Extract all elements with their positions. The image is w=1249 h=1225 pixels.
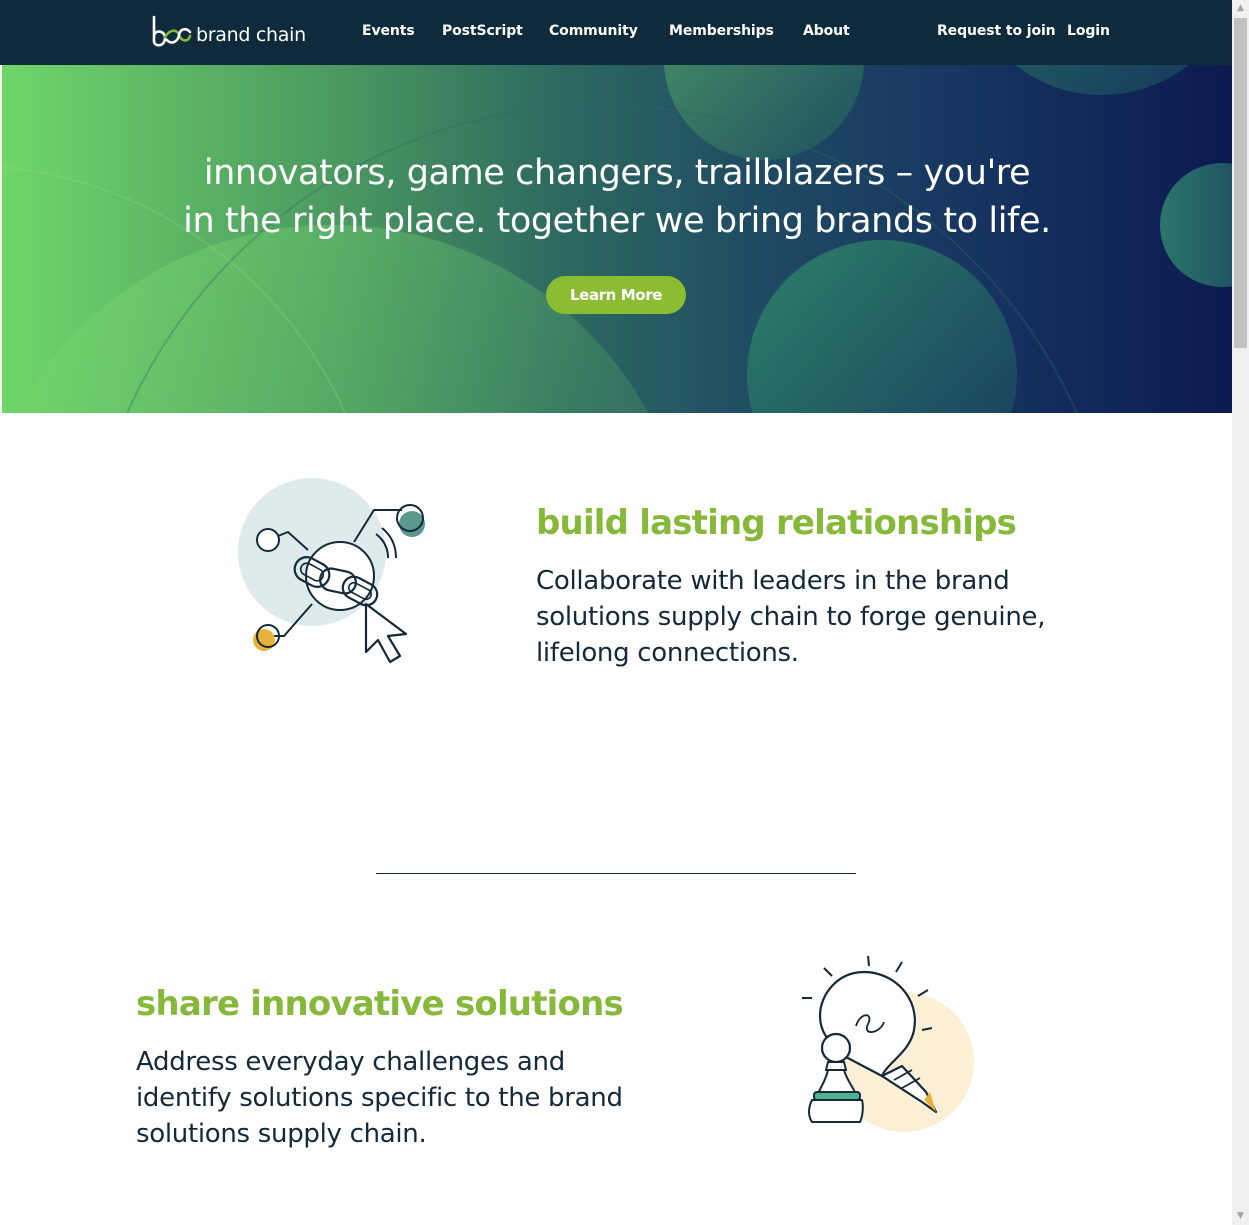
nav-link-postscript[interactable]: PostScript [442, 23, 523, 39]
scroll-down-arrow-icon[interactable]: ▼ [1232, 1208, 1249, 1225]
hero-headline: innovators, game changers, trailblazers … [2, 149, 1232, 245]
feature-title: share innovative solutions [136, 984, 624, 1024]
top-navbar: brand chain Events PostScript Community … [0, 0, 1232, 65]
lightbulb-chess-pawn-icon [802, 955, 974, 1132]
feature-description: Collaborate with leaders in the brand so… [536, 566, 1046, 668]
hero-banner: innovators, game changers, trailblazers … [2, 65, 1232, 413]
feature-description: Address everyday challenges and identify… [136, 1047, 623, 1149]
feature-title: build lasting relationships [536, 503, 1017, 543]
hero-headline-line-2: in the right place. together we bring br… [183, 201, 1051, 241]
request-to-join-link[interactable]: Request to join [937, 23, 1056, 39]
nav-link-memberships[interactable]: Memberships [669, 23, 774, 39]
logo-text: brand chain [196, 23, 306, 46]
chain-link-cursor-icon [238, 478, 425, 664]
hero-headline-line-1: innovators, game changers, trailblazers … [203, 153, 1031, 193]
scrollbar-thumb[interactable] [1234, 18, 1247, 348]
learn-more-button[interactable]: Learn More [546, 276, 686, 314]
page-scrollbar[interactable]: ▲ ▼ [1232, 0, 1249, 1225]
login-link[interactable]: Login [1067, 23, 1110, 39]
brand-chain-logo[interactable]: brand chain [150, 14, 306, 50]
bc-logo-icon [152, 15, 192, 47]
scroll-up-arrow-icon[interactable]: ▲ [1232, 0, 1249, 17]
nav-link-community[interactable]: Community [549, 23, 638, 39]
nav-link-about[interactable]: About [803, 23, 850, 39]
section-divider [376, 873, 856, 874]
nav-link-events[interactable]: Events [362, 23, 415, 39]
